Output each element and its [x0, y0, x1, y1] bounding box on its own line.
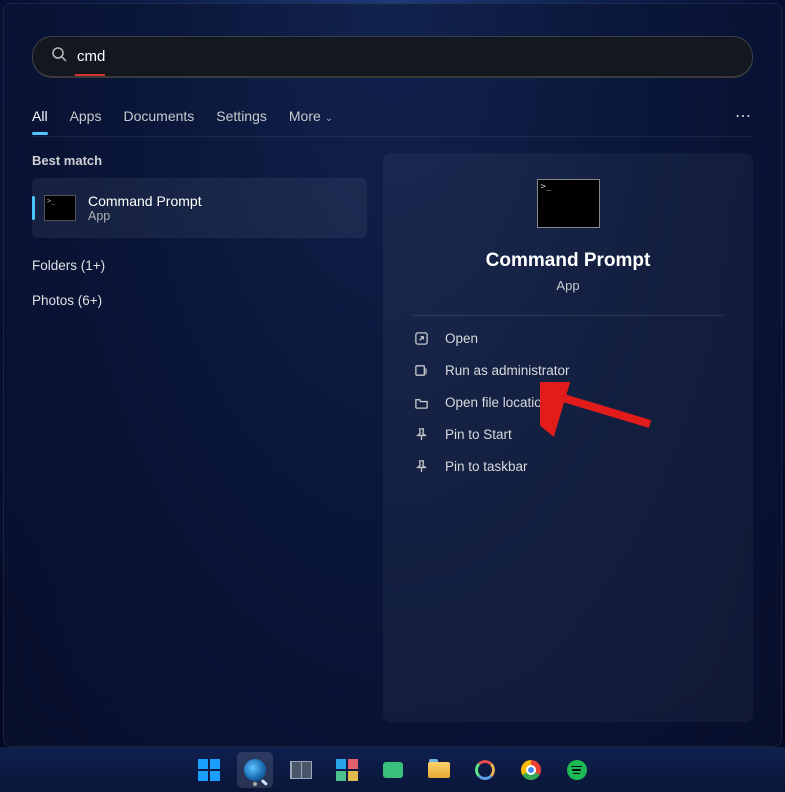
preview-pane: Command Prompt App Open Run as administr… [383, 153, 753, 722]
start-button[interactable] [191, 752, 227, 788]
action-pin-to-start[interactable]: Pin to Start [413, 418, 723, 450]
open-icon [413, 331, 429, 346]
shield-icon [413, 363, 429, 378]
preview-subtitle: App [556, 278, 579, 293]
tab-settings[interactable]: Settings [216, 98, 267, 134]
category-photos[interactable]: Photos (6+) [32, 283, 367, 318]
divider [413, 315, 723, 316]
best-match-title: Command Prompt [88, 193, 202, 210]
taskbar [0, 747, 785, 792]
start-search-panel: All Apps Documents Settings More⌄ ⋯ Best… [3, 3, 782, 747]
search-underline-annotation [75, 74, 105, 76]
action-open[interactable]: Open [413, 322, 723, 354]
app-swirl-icon[interactable] [467, 752, 503, 788]
chrome-button[interactable] [513, 752, 549, 788]
overflow-menu-button[interactable]: ⋯ [735, 106, 753, 126]
best-match-result[interactable]: Command Prompt App [32, 178, 367, 238]
widgets-button[interactable] [329, 752, 365, 788]
taskbar-search-button[interactable] [237, 752, 273, 788]
chat-button[interactable] [375, 752, 411, 788]
pin-icon [413, 427, 429, 442]
tab-documents[interactable]: Documents [123, 98, 194, 134]
best-match-label: Best match [32, 153, 367, 168]
cmd-icon [44, 195, 76, 221]
file-explorer-button[interactable] [421, 752, 457, 788]
folder-icon [413, 395, 429, 410]
task-view-button[interactable] [283, 752, 319, 788]
search-box[interactable] [32, 36, 753, 78]
chevron-down-icon: ⌄ [325, 113, 333, 124]
preview-title: Command Prompt [486, 250, 651, 272]
pin-icon [413, 459, 429, 474]
search-icon [51, 46, 67, 67]
search-filter-tabs: All Apps Documents Settings More⌄ ⋯ [4, 96, 781, 136]
results-column: Best match Command Prompt App Folders (1… [32, 153, 367, 722]
action-pin-to-taskbar[interactable]: Pin to taskbar [413, 450, 723, 482]
preview-app-icon [537, 179, 600, 228]
search-input[interactable] [67, 48, 734, 65]
best-match-subtitle: App [88, 209, 202, 223]
tab-all[interactable]: All [32, 98, 48, 134]
tab-apps[interactable]: Apps [70, 98, 102, 134]
category-folders[interactable]: Folders (1+) [32, 248, 367, 283]
action-run-as-administrator[interactable]: Run as administrator [413, 354, 723, 386]
tab-more[interactable]: More⌄ [289, 98, 333, 134]
action-open-file-location[interactable]: Open file location [413, 386, 723, 418]
spotify-button[interactable] [559, 752, 595, 788]
